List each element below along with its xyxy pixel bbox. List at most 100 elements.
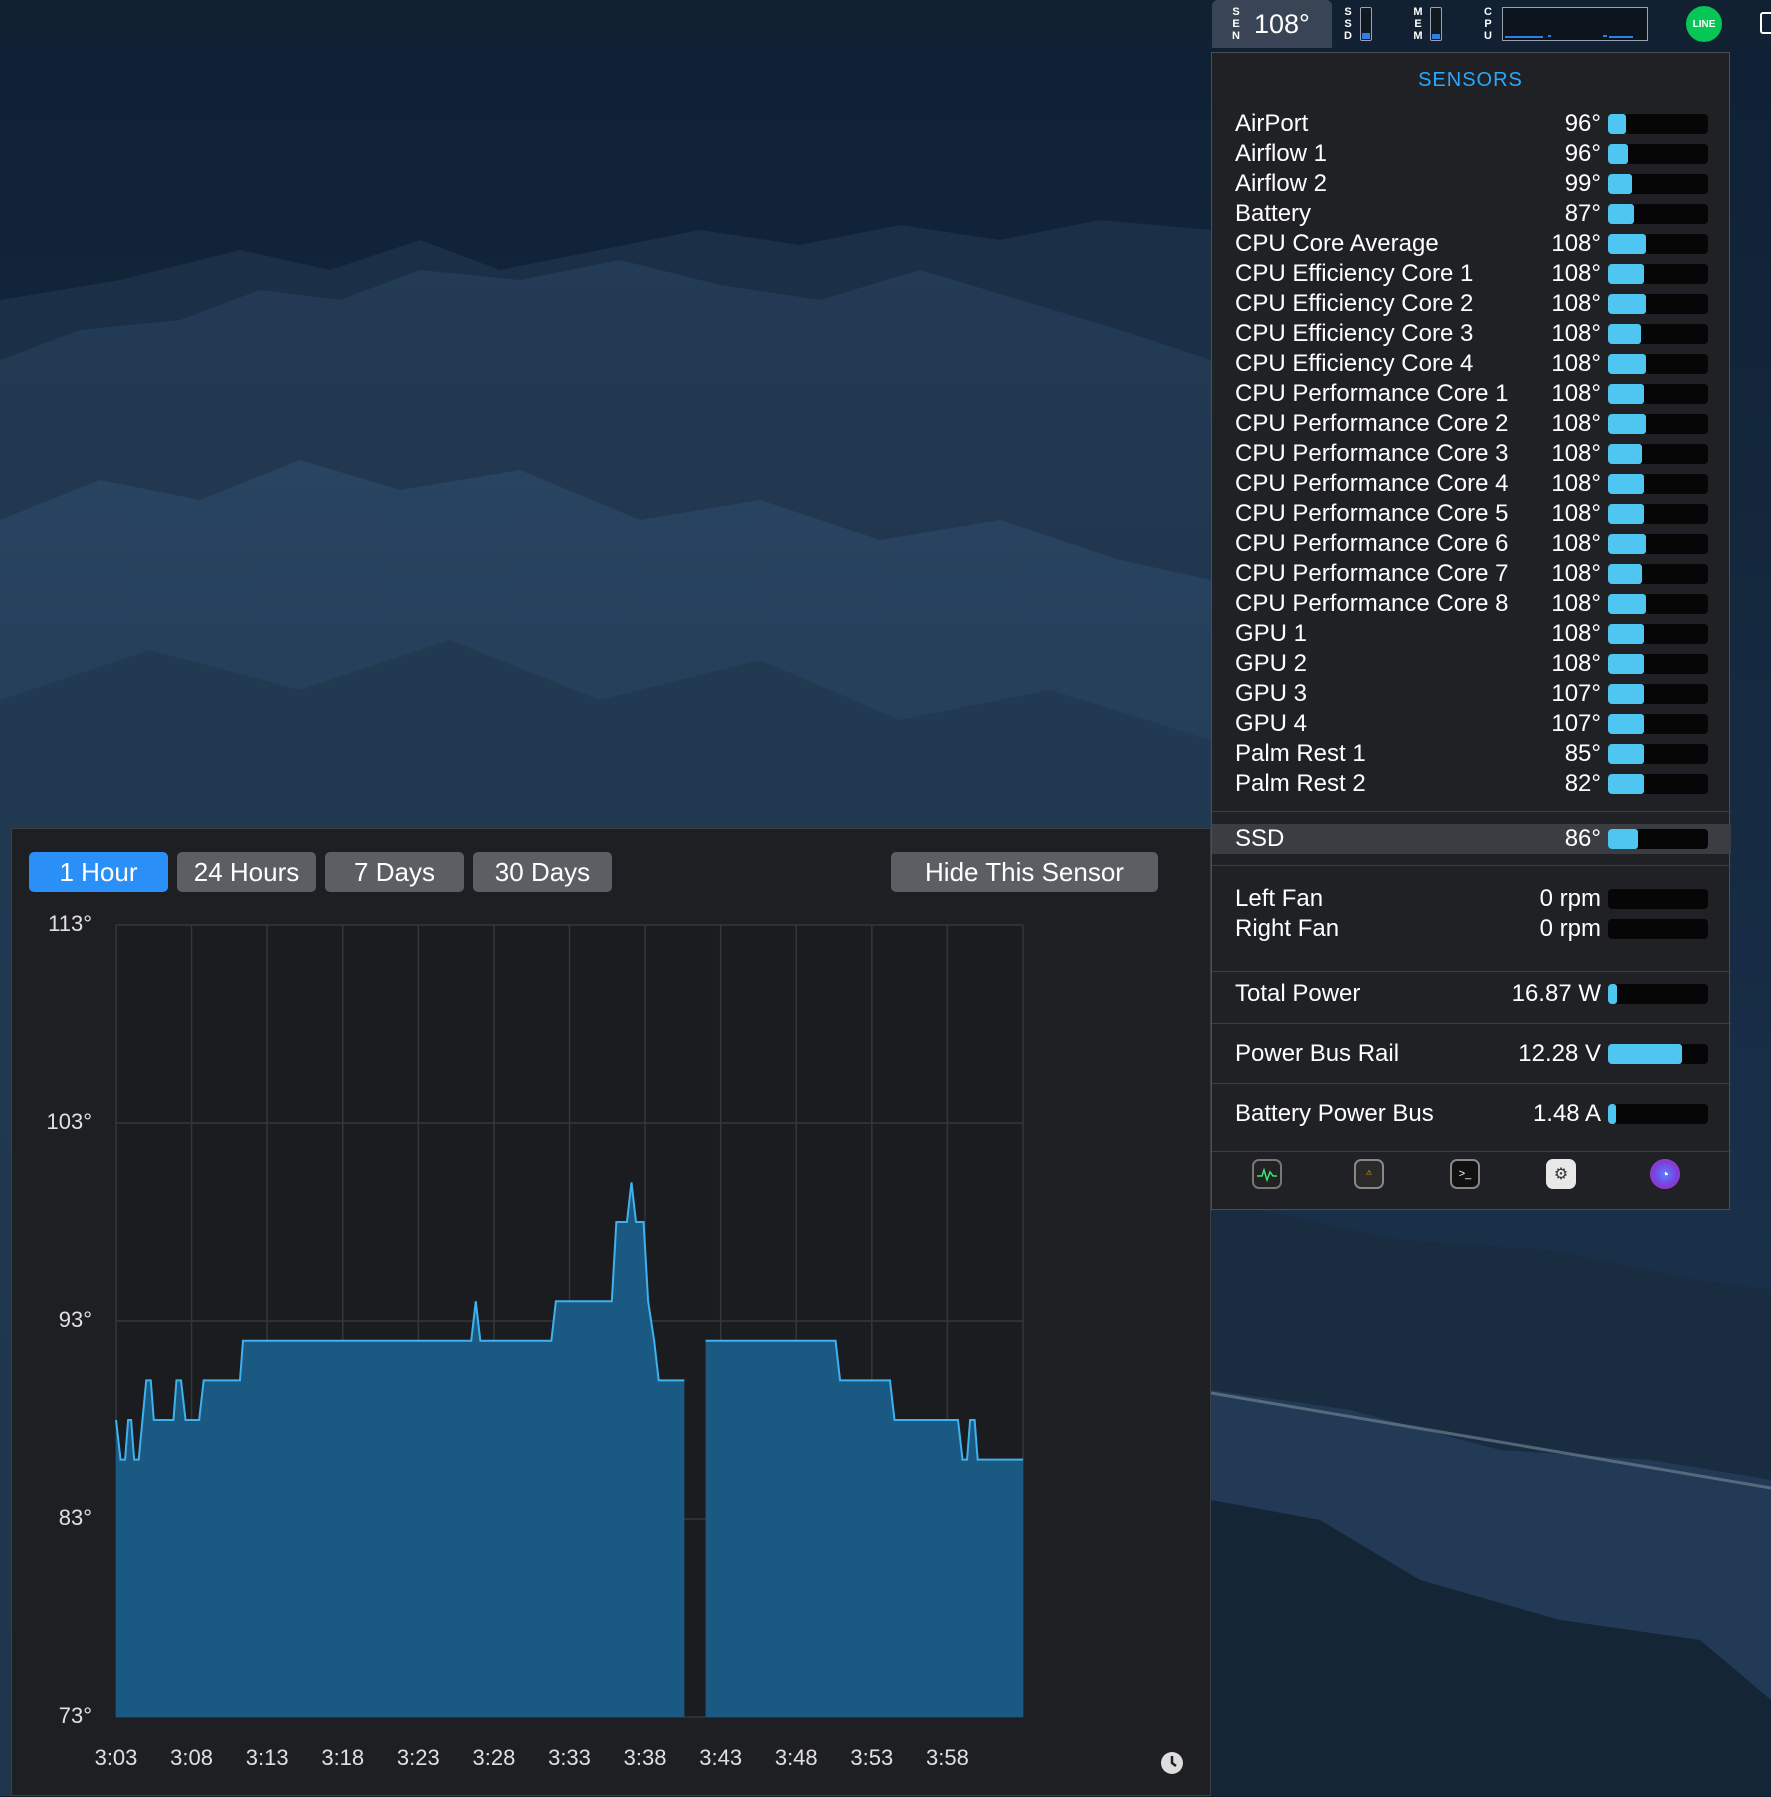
sensor-value: 108° [1551, 650, 1601, 677]
x-tick-label: 3:43 [699, 1745, 743, 1770]
sensor-level-fill [1608, 324, 1641, 344]
sensor-name: Total Power [1235, 980, 1361, 1007]
sensor-name: GPU 2 [1235, 650, 1308, 677]
sensor-row-ssd[interactable]: SSD 86° [1212, 824, 1731, 854]
system-information-icon[interactable]: ⚙ [1546, 1159, 1576, 1189]
sensor-row[interactable]: CPU Performance Core 7 108° [1212, 559, 1731, 589]
sensor-row[interactable]: CPU Performance Core 1 108° [1212, 379, 1731, 409]
sensor-row[interactable]: GPU 4 107° [1212, 709, 1731, 739]
sensor-value: 108° [1551, 440, 1601, 467]
sensor-level-fill [1608, 984, 1617, 1004]
sensor-row[interactable]: Right Fan 0 rpm [1212, 914, 1731, 944]
window-icon[interactable] [1760, 12, 1771, 34]
sensor-row[interactable]: CPU Efficiency Core 1 108° [1212, 259, 1731, 289]
sensor-row[interactable]: GPU 2 108° [1212, 649, 1731, 679]
sensor-level-fill [1608, 594, 1646, 614]
line-badge-text: LINE [1692, 18, 1716, 30]
sensor-row[interactable]: CPU Core Average 108° [1212, 229, 1731, 259]
sensor-row[interactable]: GPU 1 108° [1212, 619, 1731, 649]
menubar-ssd-item[interactable]: SSD [1342, 0, 1372, 48]
sensor-level-fill [1608, 1044, 1682, 1064]
sensor-name: CPU Efficiency Core 3 [1235, 320, 1474, 347]
sensor-level-bar [1608, 354, 1708, 374]
sensor-name: CPU Efficiency Core 1 [1235, 260, 1474, 287]
sensor-level-fill [1608, 654, 1644, 674]
sensor-row[interactable]: CPU Performance Core 5 108° [1212, 499, 1731, 529]
sensor-level-fill [1608, 384, 1644, 404]
sensor-name: CPU Core Average [1235, 230, 1439, 257]
sensor-row[interactable]: CPU Performance Core 8 108° [1212, 589, 1731, 619]
sensor-row[interactable]: CPU Performance Core 4 108° [1212, 469, 1731, 499]
sensor-name: Battery [1235, 200, 1312, 227]
sensor-level-bar [1608, 594, 1708, 614]
sensor-level-bar [1608, 714, 1708, 734]
sensor-level-bar [1608, 294, 1708, 314]
sensor-row[interactable]: CPU Performance Core 3 108° [1212, 439, 1731, 469]
sensor-row[interactable]: Battery 87° [1212, 199, 1731, 229]
sensor-level-fill [1608, 564, 1642, 584]
sensor-level-fill [1608, 264, 1644, 284]
tool-shortcuts: ⚠ >_ ⚙ ◔ [1212, 1151, 1731, 1201]
sensor-level-bar [1608, 889, 1708, 909]
sensor-row[interactable]: Total Power 16.87 W [1212, 979, 1731, 1009]
divider [1212, 1023, 1731, 1024]
y-tick-label: 73° [58, 1703, 92, 1728]
sensor-row[interactable]: GPU 3 107° [1212, 679, 1731, 709]
sensor-row[interactable]: AirPort 96° [1212, 109, 1731, 139]
sensor-name: Battery Power Bus [1235, 1100, 1434, 1127]
menu-bar: SEN 108° SSD MEM CPU LINE [0, 0, 1771, 48]
sensor-row[interactable]: Airflow 2 99° [1212, 169, 1731, 199]
sensor-row[interactable]: Airflow 1 96° [1212, 139, 1731, 169]
sensor-level-fill [1608, 714, 1644, 734]
cpu-usage-sparkline [1505, 35, 1633, 38]
console-icon[interactable]: ⚠ [1354, 1159, 1384, 1189]
sensor-name: GPU 4 [1235, 710, 1308, 737]
sensors-heading: SENSORS [1418, 69, 1523, 91]
sensor-row[interactable]: Palm Rest 2 82° [1212, 769, 1731, 799]
sensor-level-bar [1608, 144, 1708, 164]
menubar-sensors-item[interactable]: SEN 108° [1212, 0, 1332, 48]
terminal-icon[interactable]: >_ [1450, 1159, 1480, 1189]
sensor-row[interactable]: CPU Efficiency Core 2 108° [1212, 289, 1731, 319]
clock-icon[interactable] [1160, 1751, 1184, 1775]
sensor-value: 85° [1564, 740, 1601, 767]
sensor-level-bar [1608, 504, 1708, 524]
sensor-level-fill [1608, 774, 1644, 794]
sensor-name: Palm Rest 2 [1235, 770, 1366, 797]
line-app-icon[interactable]: LINE [1686, 6, 1722, 42]
sensor-level-bar [1608, 654, 1708, 674]
sensor-value: 108° [1551, 590, 1601, 617]
sensor-level-bar [1608, 1044, 1708, 1064]
sensor-row[interactable]: Battery Power Bus 1.48 A [1212, 1099, 1731, 1129]
sensor-name: CPU Performance Core 1 [1235, 380, 1509, 407]
sensor-row[interactable]: CPU Performance Core 2 108° [1212, 409, 1731, 439]
divider [1212, 1151, 1731, 1152]
menubar-cpu-item[interactable]: CPU [1482, 0, 1648, 48]
y-tick-label: 83° [58, 1505, 92, 1530]
divider [1212, 865, 1731, 866]
sensor-value: 108° [1551, 230, 1601, 257]
menubar-memory-item[interactable]: MEM [1412, 0, 1442, 48]
memory-level-fill [1432, 34, 1440, 39]
sensor-name: SSD [1235, 825, 1285, 852]
sensor-row[interactable]: CPU Efficiency Core 3 108° [1212, 319, 1731, 349]
sensor-value: 108° [1551, 320, 1601, 347]
sensor-row[interactable]: CPU Efficiency Core 4 108° [1212, 349, 1731, 379]
sensor-level-bar [1608, 829, 1708, 849]
sensors-dropdown-panel: SENSORS AirPort 96° Airflow 1 96° Airflow 2 9… [1211, 52, 1731, 1210]
sensor-row[interactable]: Power Bus Rail 12.28 V [1212, 1039, 1731, 1069]
sensor-name: CPU Performance Core 2 [1235, 410, 1509, 437]
sensor-level-fill [1608, 624, 1644, 644]
activity-monitor-icon[interactable] [1252, 1159, 1282, 1189]
sensor-level-bar [1608, 264, 1708, 284]
sensor-row[interactable]: Palm Rest 1 85° [1212, 739, 1731, 769]
sensor-value: 108° [1551, 380, 1601, 407]
sensor-name: CPU Performance Core 8 [1235, 590, 1509, 617]
istat-menus-icon[interactable]: ◔ [1650, 1159, 1680, 1189]
sensor-level-fill [1608, 474, 1644, 494]
sensor-row[interactable]: CPU Performance Core 6 108° [1212, 529, 1731, 559]
sensor-row[interactable]: Left Fan 0 rpm [1212, 884, 1731, 914]
sensor-name: CPU Performance Core 6 [1235, 530, 1509, 557]
x-tick-label: 3:53 [850, 1745, 894, 1770]
ssd-vertical-label: SSD [1342, 6, 1354, 42]
